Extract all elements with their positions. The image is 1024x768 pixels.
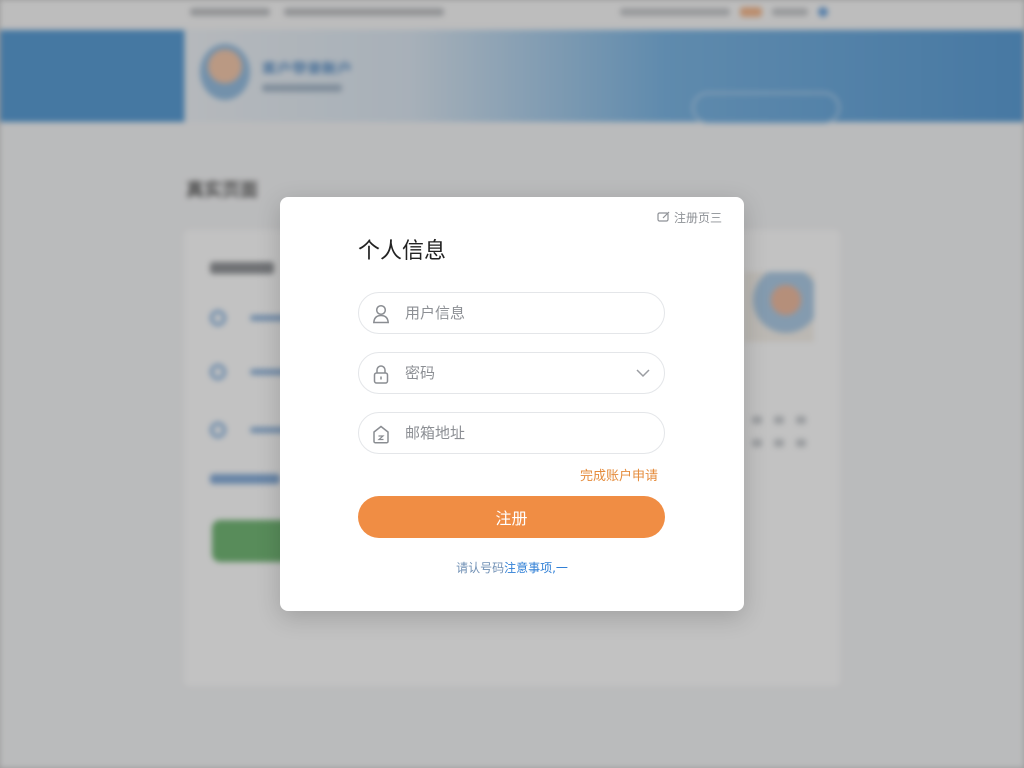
username-field[interactable]	[358, 292, 665, 334]
email-input[interactable]	[405, 421, 625, 445]
edit-icon	[657, 211, 670, 222]
register-button[interactable]: 注册	[358, 496, 665, 538]
chevron-down-icon[interactable]	[636, 368, 650, 378]
user-icon	[372, 304, 390, 324]
password-field[interactable]	[358, 352, 665, 394]
mail-icon	[373, 425, 389, 444]
lock-icon	[373, 365, 389, 384]
email-field[interactable]	[358, 412, 665, 454]
username-input[interactable]	[405, 301, 625, 325]
register-page-link[interactable]: 注册页三	[657, 209, 722, 225]
password-input[interactable]	[405, 361, 625, 385]
notice-text: 请认号码注意事项,一	[456, 561, 568, 575]
modal-title: 个人信息	[358, 239, 447, 264]
notice-link[interactable]: 注意事项,一	[504, 561, 568, 575]
finish-application-link[interactable]: 完成账户申请	[580, 465, 658, 484]
registration-modal: 注册页三 个人信息 完成账户申请 注册 请认号码注意事项,一	[280, 197, 744, 611]
